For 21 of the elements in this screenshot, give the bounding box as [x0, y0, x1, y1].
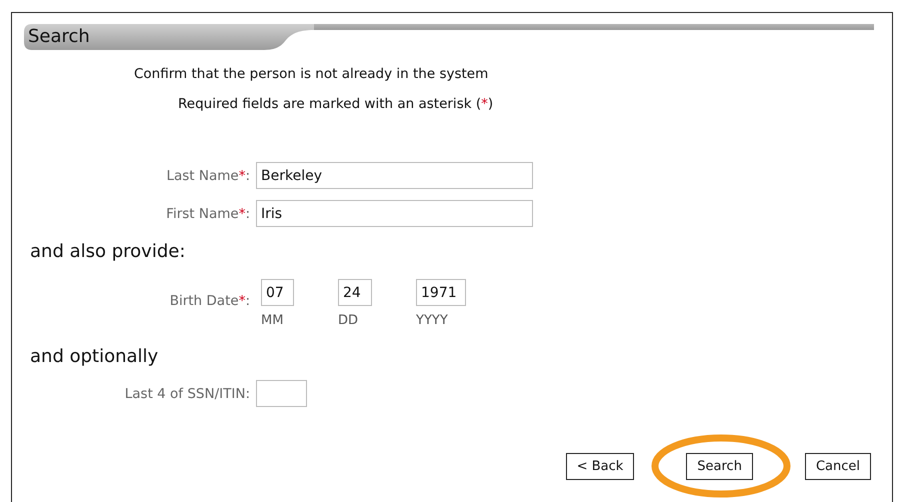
date-field[interactable]: 24	[338, 279, 372, 306]
text-field[interactable]: Iris	[256, 200, 533, 227]
date-field[interactable]: 07	[261, 279, 294, 306]
text-field[interactable]: Berkeley	[256, 162, 533, 189]
field-label: Last Name*:	[166, 168, 250, 184]
section-heading: and optionally	[30, 346, 160, 368]
required-note: Required fields are marked with an asterisk (*)	[178, 95, 494, 113]
date-caption: DD	[338, 313, 360, 328]
field-label: Birth Date*:	[170, 293, 250, 309]
field-label: Last 4 of SSN/ITIN:	[124, 386, 250, 402]
form-button[interactable]: Search	[686, 453, 753, 480]
date-field[interactable]: 1971	[416, 279, 466, 306]
form-button[interactable]: < Back	[566, 453, 634, 480]
section-title: Search	[24, 24, 314, 50]
field-label: First Name*:	[166, 206, 250, 222]
section-heading: and also provide:	[30, 241, 186, 263]
ssn-field[interactable]	[256, 380, 307, 407]
intro-text: Confirm that the person is not already in the system	[134, 65, 490, 83]
date-caption: YYYY	[416, 313, 449, 328]
form-button[interactable]: Cancel	[804, 453, 871, 480]
date-caption: MM	[261, 313, 284, 328]
